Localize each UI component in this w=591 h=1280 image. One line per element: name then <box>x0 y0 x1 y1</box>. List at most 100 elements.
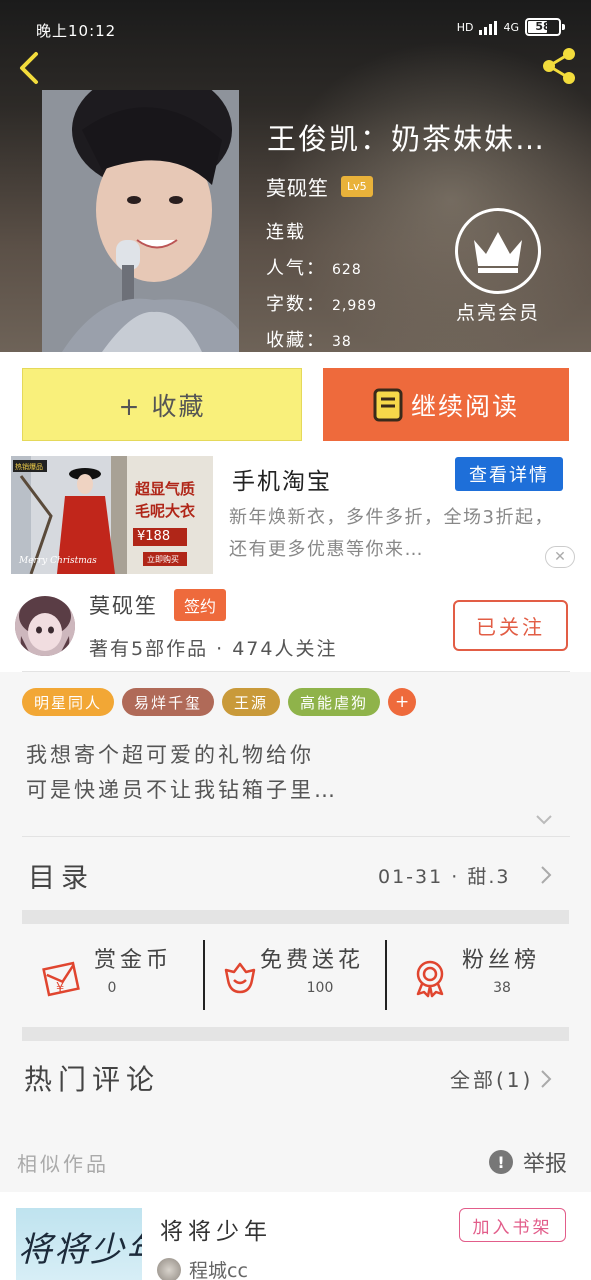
similar-book-card[interactable]: 将将少年 将将少年 程城cc 加入书架 <box>0 1192 591 1280</box>
chevron-right-icon <box>541 866 552 884</box>
book-title: 王俊凯：奶茶妹妹… <box>267 122 547 156</box>
hd-indicator: HD <box>456 20 474 34</box>
reward-coins[interactable]: ¥ 赏金币 0 <box>22 942 192 1012</box>
tag-item[interactable]: 易烊千玺 <box>122 688 215 716</box>
similar-author-name: 程城cc <box>189 1260 248 1280</box>
svg-text:¥: ¥ <box>56 981 64 996</box>
chevron-left-icon <box>20 52 38 84</box>
ad-cta: 立即购买 <box>147 555 179 564</box>
action-bar: + 收藏 继续阅读 <box>0 352 591 452</box>
section-band <box>22 910 569 924</box>
vip-button[interactable]: 点亮会员 <box>450 208 546 325</box>
intro-line: 可是快递员不让我钻箱子里… <box>26 778 338 802</box>
book-intro[interactable]: 我想寄个超可爱的礼物给你 可是快递员不让我钻箱子里… <box>26 738 338 808</box>
popularity-row: 人气： 628 <box>266 254 362 280</box>
tag-item[interactable]: 王源 <box>222 688 281 716</box>
report-label: 举报 <box>523 1152 568 1177</box>
warning-icon: ! <box>489 1150 513 1174</box>
section-band <box>22 1027 569 1041</box>
back-button[interactable] <box>12 48 48 88</box>
favorites-row: 收藏： 38 <box>266 326 352 352</box>
ad-image[interactable]: 热销爆品 超显气质 毛呢大衣 ¥188 立即购买 Merry Christmas <box>11 456 213 574</box>
reward-coins-count: 0 <box>107 980 117 996</box>
flower-icon <box>224 962 256 994</box>
word-count-label: 字数： <box>266 294 326 315</box>
follow-button[interactable]: 已关注 <box>453 600 568 651</box>
red-envelope-icon: ¥ <box>42 961 80 997</box>
ad-logo-text: 热销爆品 <box>15 463 43 471</box>
share-icon <box>543 48 575 84</box>
reward-coins-label: 赏金币 <box>94 948 173 973</box>
all-comments-link[interactable]: 全部(1) <box>450 1064 533 1093</box>
report-button[interactable]: ! 举报 <box>489 1146 567 1178</box>
ad-headline-2: 毛呢大衣 <box>135 502 196 520</box>
latest-chapter: 01-31 · 甜.3 <box>378 866 511 888</box>
reward-flowers-count: 100 <box>306 980 334 996</box>
author-level-badge: Lv5 <box>341 176 373 197</box>
avatar <box>157 1257 181 1280</box>
catalog-row[interactable]: 目录 01-31 · 甜.3 <box>0 838 591 910</box>
reward-flowers[interactable]: 免费送花 100 <box>208 942 378 1012</box>
book-header: 晚上10:12 HD 4G 58 王俊凯：奶茶妹妹… 莫砚笙 Lv5 连载 人气… <box>0 0 591 352</box>
continue-reading-label: 继续阅读 <box>410 391 519 421</box>
word-count-value: 2,989 <box>332 298 378 314</box>
network-type: 4G <box>503 20 519 34</box>
reward-flowers-label: 免费送花 <box>260 948 365 973</box>
book-cover[interactable] <box>42 90 239 352</box>
word-count-row: 字数： 2,989 <box>266 290 377 316</box>
ad-script-text: Merry Christmas <box>19 556 97 566</box>
divider <box>385 940 387 1010</box>
chevron-right-icon[interactable] <box>538 1068 554 1090</box>
header-author-name[interactable]: 莫砚笙 <box>266 172 329 201</box>
hot-comments-title: 热门评论 <box>24 1063 161 1096</box>
popularity-value: 628 <box>332 262 362 278</box>
collect-button[interactable]: + 收藏 <box>22 368 302 441</box>
similar-book-cover[interactable]: 将将少年 <box>16 1208 142 1280</box>
collect-label: + 收藏 <box>118 391 206 421</box>
favorites-label: 收藏： <box>266 330 326 351</box>
add-to-shelf-button[interactable]: 加入书架 <box>459 1208 566 1242</box>
tag-item[interactable]: 高能虐狗 <box>288 688 381 716</box>
share-button[interactable] <box>537 44 581 88</box>
ad-title: 手机淘宝 <box>232 469 332 495</box>
catalog-label: 目录 <box>28 863 94 894</box>
crown-icon <box>455 208 541 294</box>
similar-works-label: 相似作品 <box>17 1152 109 1176</box>
divider <box>203 940 205 1010</box>
continue-reading-button[interactable]: 继续阅读 <box>323 368 569 441</box>
divider <box>22 836 570 837</box>
header-author-row[interactable]: 莫砚笙 Lv5 <box>266 172 373 201</box>
ad-description: 新年焕新衣，多件多折，全场3折起，还有更多优惠等你来… <box>229 507 554 560</box>
popularity-label: 人气： <box>266 258 326 279</box>
avatar-image <box>15 596 75 656</box>
status-bar: 晚上10:12 HD 4G 58 <box>0 0 591 52</box>
ad-banner[interactable]: 热销爆品 超显气质 毛呢大衣 ¥188 立即购买 Merry Christmas… <box>0 452 591 580</box>
add-tag-button[interactable]: + <box>388 688 417 716</box>
ad-detail-button[interactable]: 查看详情 <box>455 457 563 491</box>
similar-book-title[interactable]: 将将少年 <box>160 1212 272 1246</box>
reward-fans-count: 38 <box>493 980 511 996</box>
tag-list: 明星同人 易烊千玺 王源 高能虐狗 + <box>22 688 417 716</box>
author-stats: 著有5部作品 · 474人关注 <box>89 638 338 660</box>
battery-icon: 58 <box>525 18 565 36</box>
signal-icon <box>479 19 498 35</box>
tag-item[interactable]: 明星同人 <box>22 688 115 716</box>
book-icon <box>373 388 403 421</box>
reward-fans-label: 粉丝榜 <box>462 948 541 973</box>
expand-intro-button[interactable] <box>534 810 554 830</box>
divider <box>22 671 570 672</box>
rewards-row: ¥ 赏金币 0 免费送花 100 粉丝榜 38 <box>22 924 569 1027</box>
author-card: 莫砚笙 签约 著有5部作品 · 474人关注 已关注 <box>0 580 591 672</box>
reward-fan-ranking[interactable]: 粉丝榜 38 <box>390 942 560 1012</box>
vip-label: 点亮会员 <box>455 302 540 324</box>
medal-icon <box>416 960 444 998</box>
chevron-down-icon <box>536 815 552 825</box>
author-name[interactable]: 莫砚笙 <box>89 590 158 620</box>
similar-author-row: 程城cc <box>157 1256 248 1280</box>
avatar[interactable] <box>15 596 75 656</box>
close-icon: ✕ <box>554 549 566 565</box>
similar-cover-title: 将将少年 <box>18 1230 142 1270</box>
ad-close-button[interactable]: ✕ <box>545 546 575 568</box>
ad-headline-1: 超显气质 <box>135 480 196 498</box>
signed-badge: 签约 <box>174 589 227 621</box>
